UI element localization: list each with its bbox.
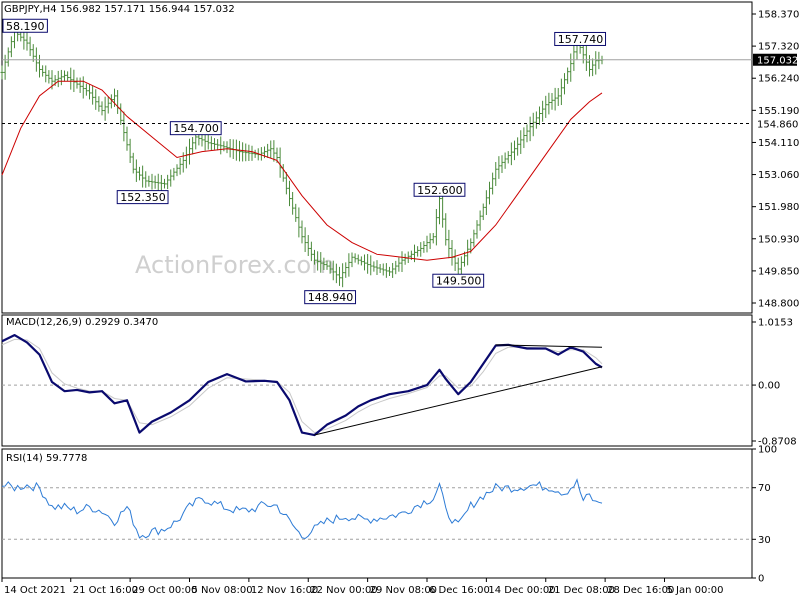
macd-y-tick-label: 1.0153 bbox=[758, 318, 793, 329]
x-tick-label: 5 Nov 08:00 bbox=[192, 585, 253, 596]
x-tick-label: 12 Nov 16:00 bbox=[251, 585, 318, 596]
price-y-tick-label: 156.240 bbox=[758, 74, 799, 85]
price-annotation-label: 148.940 bbox=[308, 291, 354, 304]
price-annotation-label: 157.740 bbox=[558, 33, 604, 46]
price-annotation-label: 149.500 bbox=[436, 275, 482, 288]
macd-panel-frame bbox=[1, 314, 753, 447]
x-tick-label: 22 Nov 00:00 bbox=[310, 585, 377, 596]
current-price-label: 157.032 bbox=[757, 56, 798, 67]
chart-header: GBPJPY,H4 156.982 157.171 156.944 157.03… bbox=[4, 4, 235, 15]
rsi-y-tick-label: 0 bbox=[758, 574, 764, 585]
x-tick-label: 21 Dec 08:00 bbox=[548, 585, 615, 596]
price-y-tick-label: 148.800 bbox=[758, 299, 799, 310]
rsi-y-tick-label: 100 bbox=[758, 445, 777, 456]
price-annotation-label: 152.600 bbox=[417, 184, 463, 197]
rsi-y-tick-label: 70 bbox=[758, 483, 771, 494]
price-annotation-label: 58.190 bbox=[6, 20, 45, 33]
x-tick-label: 28 Dec 16:00 bbox=[607, 585, 674, 596]
price-annotation-label: 154.700 bbox=[173, 122, 219, 135]
rsi-y-tick-label: 30 bbox=[758, 535, 771, 546]
price-y-tick-label: 149.850 bbox=[758, 266, 799, 277]
macd-label: MACD(12,26,9) 0.2929 0.3470 bbox=[6, 317, 158, 328]
price-y-tick-label: 155.190 bbox=[758, 106, 799, 117]
x-tick-label: 29 Oct 00:00 bbox=[132, 585, 197, 596]
macd-y-tick-label: 0.00 bbox=[758, 381, 780, 392]
x-tick-label: 14 Oct 2021 bbox=[4, 585, 66, 596]
price-y-tick-label: 151.980 bbox=[758, 202, 799, 213]
price-y-tick-label: 157.320 bbox=[758, 42, 799, 53]
x-tick-label: 14 Dec 00:00 bbox=[488, 585, 555, 596]
price-y-tick-label: 150.930 bbox=[758, 234, 799, 245]
support-level-label: 154.860 bbox=[757, 119, 798, 130]
x-tick-label: 21 Oct 16:00 bbox=[73, 585, 138, 596]
x-tick-label: 6 Dec 16:00 bbox=[429, 585, 490, 596]
watermark: ActionForex.com bbox=[135, 251, 335, 279]
price-annotation-label: 152.350 bbox=[120, 191, 166, 204]
x-tick-label: 29 Nov 08:00 bbox=[370, 585, 437, 596]
price-y-tick-label: 154.110 bbox=[758, 138, 799, 149]
price-y-tick-label: 158.370 bbox=[758, 10, 799, 21]
x-tick-label: 5 Jan 00:00 bbox=[667, 585, 724, 596]
price-y-tick-label: 153.060 bbox=[758, 170, 799, 181]
rsi-label: RSI(14) 59.7778 bbox=[6, 453, 87, 464]
gbpjpy-chart: ActionForex.com 58.190 154.700 152.350 148.… bbox=[0, 1, 799, 596]
rsi-panel-frame bbox=[1, 448, 753, 579]
